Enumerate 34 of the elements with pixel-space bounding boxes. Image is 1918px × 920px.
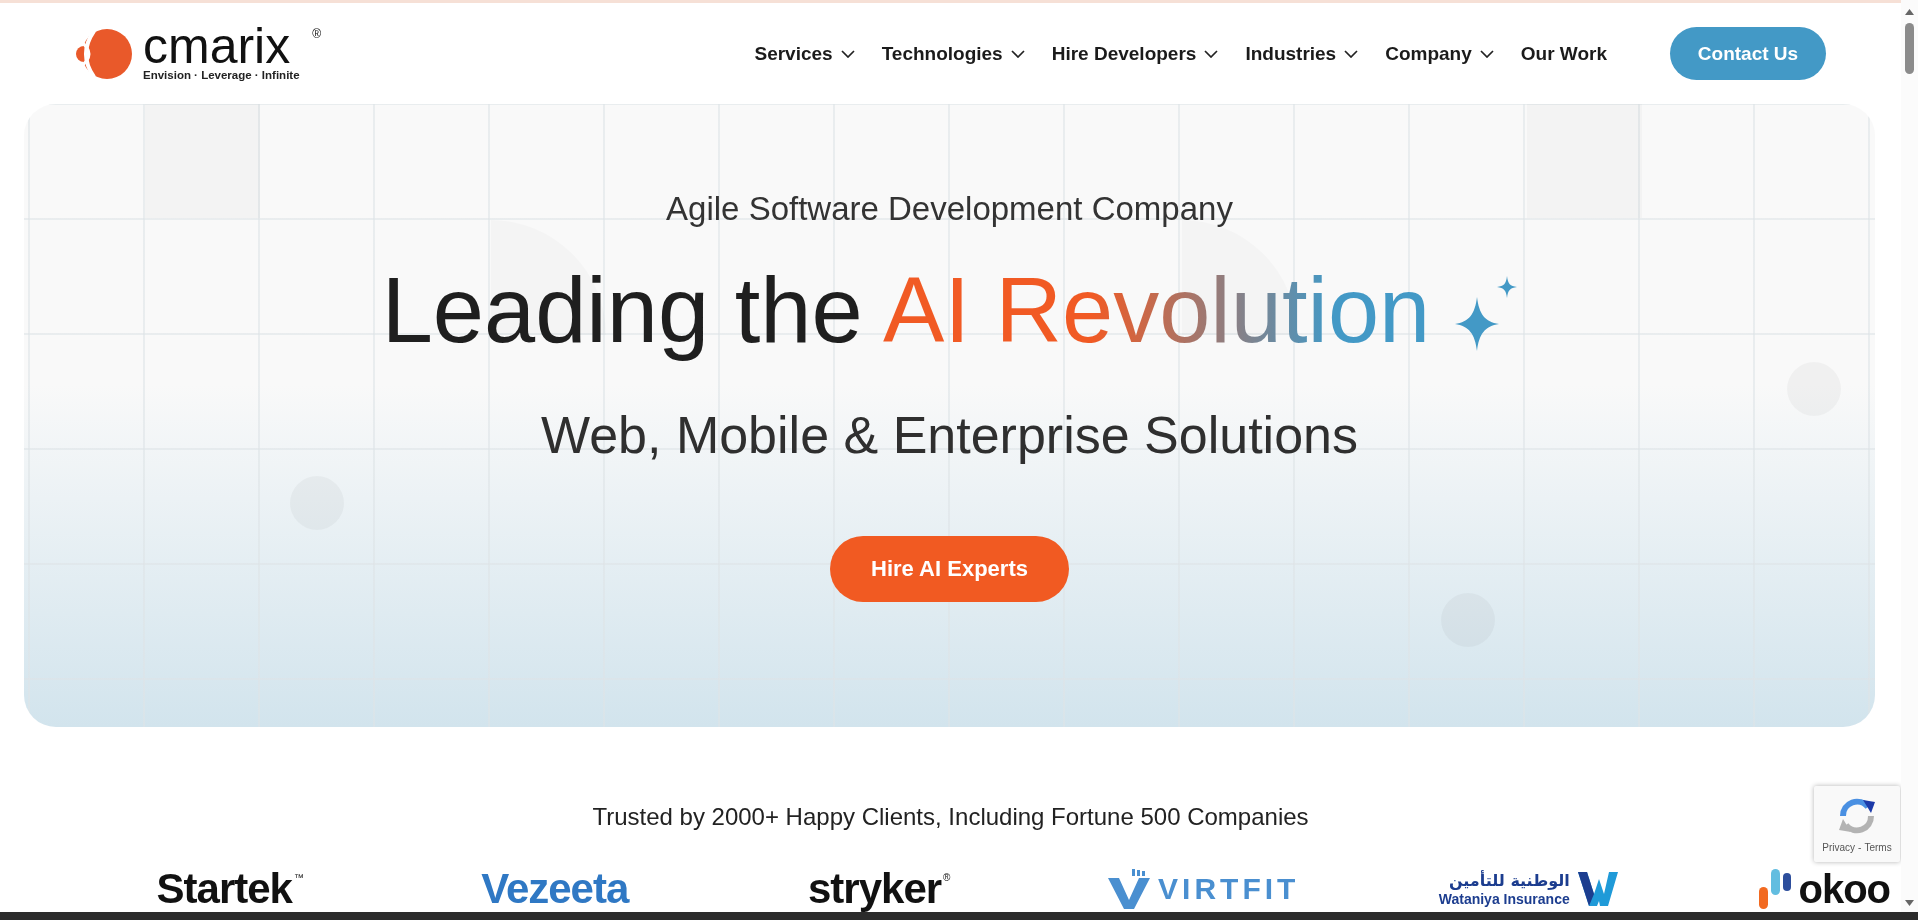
- brand-name: cmarix: [143, 25, 291, 67]
- client-logo: Vezeeta: [481, 866, 629, 912]
- recaptcha-link[interactable]: Terms: [1864, 842, 1892, 854]
- v-logo-icon: [1108, 869, 1151, 909]
- link-separator: -: [1858, 842, 1862, 854]
- registered-mark: ®: [312, 27, 322, 41]
- trademark-mark: ™: [293, 872, 304, 884]
- scrollbar-thumb[interactable]: [1905, 23, 1914, 74]
- client-logo: okoo: [1798, 866, 1891, 912]
- nav-link[interactable]: Technologies: [881, 42, 1025, 65]
- nav-link[interactable]: Hire Developers: [1051, 42, 1219, 65]
- client-logo: Wataniya Insurance: [1438, 890, 1570, 908]
- scrollbar[interactable]: [1901, 0, 1918, 912]
- brand-tagline: Envision · Leverage · Infinite: [143, 68, 301, 82]
- client-logo: VIRTFIT: [1158, 871, 1300, 907]
- w-logo-icon: [1577, 872, 1618, 906]
- recaptcha-link[interactable]: Privacy: [1822, 842, 1856, 854]
- client-logo: stryker: [808, 866, 942, 912]
- sparkle-icon: [1455, 276, 1518, 351]
- clients-title: Trusted by 2000+ Happy Clients, Including Fortune 500 Companies: [592, 802, 1309, 832]
- scroll-down-icon[interactable]: [1905, 900, 1914, 906]
- client-logo: Startek: [156, 866, 292, 912]
- scroll-up-icon[interactable]: [1905, 9, 1914, 15]
- bars-logo-icon: [1758, 869, 1791, 909]
- logo-icon: [76, 26, 132, 81]
- hero-eyebrow: Agile Software Development Company: [666, 189, 1233, 229]
- recaptcha-icon: [1837, 796, 1877, 836]
- client-logo-arabic: الوطنية للتأمين: [1448, 870, 1570, 891]
- nav-link[interactable]: Industries: [1245, 42, 1359, 65]
- hero-subheading: Web, Mobile & Enterprise Solutions: [541, 405, 1358, 466]
- nav-link[interactable]: Our Work: [1520, 42, 1607, 65]
- nav-link[interactable]: Company: [1385, 42, 1494, 65]
- trademark-mark: ®: [943, 872, 951, 884]
- nav-link[interactable]: Services: [754, 42, 855, 65]
